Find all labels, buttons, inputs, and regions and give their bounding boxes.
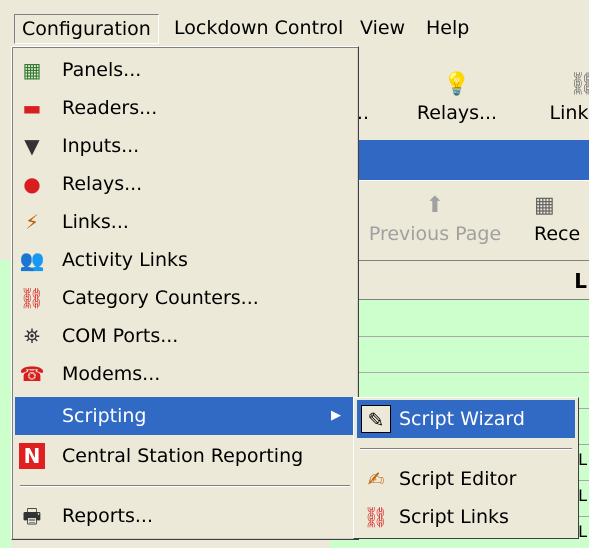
menu-view[interactable]: View bbox=[353, 14, 412, 44]
previous-page-button[interactable]: ⬆ Previous Page bbox=[360, 181, 510, 261]
calendar-icon: ▦ bbox=[534, 193, 555, 218]
menu-item-label: Modems... bbox=[62, 363, 161, 385]
menu-item-label: Reports... bbox=[62, 505, 154, 527]
menu-item-label: Activity Links bbox=[62, 249, 188, 271]
category-counters-icon: ⛓ bbox=[19, 286, 45, 310]
submenu-item-label: Script Links bbox=[399, 506, 509, 528]
recent-label: Rece bbox=[534, 223, 581, 245]
grid-row-divider bbox=[330, 372, 589, 373]
lightbulb-icon: 💡 bbox=[443, 72, 471, 97]
previous-page-label: Previous Page bbox=[368, 223, 502, 245]
recent-button[interactable]: ▦ Rece bbox=[534, 181, 589, 261]
menu-item-panels[interactable]: ▦ Panels... bbox=[15, 51, 355, 89]
menu-help[interactable]: Help bbox=[419, 14, 476, 44]
configuration-menu: ▦ Panels... ▬ Readers... ▼ Inputs... ● R… bbox=[11, 46, 359, 540]
script-wizard-icon: ✎ bbox=[361, 405, 391, 433]
menu-item-label: Readers... bbox=[62, 97, 158, 119]
toolbar-relays-label: Relays... bbox=[416, 102, 498, 124]
submenu-item-script-links[interactable]: ⛓ Script Links bbox=[357, 498, 575, 536]
toolbar-links-button[interactable]: ⛓ Links... bbox=[528, 60, 589, 140]
com-ports-icon: ⛯ bbox=[24, 324, 40, 348]
scripting-submenu: ✎ Script Wizard ✍ Script Editor ⛓ Script… bbox=[353, 397, 579, 539]
panel-title-bar bbox=[340, 140, 589, 180]
main-toolbar: s... 💡 Relays... ⛓ Links... bbox=[340, 60, 589, 140]
script-links-icon: ⛓ bbox=[363, 505, 389, 529]
page-toolbar: ⬆ Previous Page ▦ Rece bbox=[340, 180, 589, 260]
submenu-item-label: Script Editor bbox=[399, 468, 517, 490]
menu-item-label: Panels... bbox=[62, 59, 142, 81]
menu-item-links[interactable]: ⚡ Links... bbox=[15, 203, 355, 241]
submenu-item-script-wizard[interactable]: ✎ Script Wizard bbox=[357, 400, 575, 438]
grid-column-header[interactable]: L bbox=[340, 260, 589, 300]
link-icon: ⚡ bbox=[24, 210, 40, 234]
menu-item-label: Inputs... bbox=[62, 135, 140, 157]
menu-item-label: Relays... bbox=[62, 173, 143, 195]
modem-icon: ☎ bbox=[19, 362, 45, 386]
up-arrow-icon: ⬆ bbox=[425, 193, 445, 218]
activity-links-icon: 👥 bbox=[19, 248, 45, 272]
menu-item-com-ports[interactable]: ⛯ COM Ports... bbox=[15, 317, 355, 355]
panel-icon: ▦ bbox=[22, 58, 42, 82]
submenu-item-label: Script Wizard bbox=[399, 408, 525, 430]
links-icon: ⛓ bbox=[569, 72, 589, 97]
printer-icon: 🖶 bbox=[22, 504, 42, 528]
menu-item-relays[interactable]: ● Relays... bbox=[15, 165, 355, 203]
menu-item-activity-links[interactable]: 👥 Activity Links bbox=[15, 241, 355, 279]
toolbar-relays-button[interactable]: 💡 Relays... bbox=[402, 60, 512, 140]
menu-item-reports[interactable]: 🖶 Reports... bbox=[15, 497, 355, 535]
grid-row-divider bbox=[330, 336, 589, 337]
submenu-separator bbox=[360, 448, 572, 450]
menu-item-readers[interactable]: ▬ Readers... bbox=[15, 89, 355, 127]
reader-icon: ▬ bbox=[22, 96, 42, 120]
menu-item-scripting[interactable]: Scripting ▶ bbox=[15, 397, 355, 435]
menu-lockdown-control[interactable]: Lockdown Control bbox=[167, 14, 350, 44]
menu-item-inputs[interactable]: ▼ Inputs... bbox=[15, 127, 355, 165]
central-station-icon: Ν bbox=[19, 443, 45, 469]
submenu-arrow-icon: ▶ bbox=[331, 408, 341, 423]
column-header-label: L bbox=[574, 269, 587, 293]
menu-item-label: Links... bbox=[62, 211, 129, 233]
menu-item-central-station-reporting[interactable]: Ν Central Station Reporting bbox=[15, 437, 355, 475]
menu-configuration[interactable]: Configuration bbox=[14, 14, 159, 44]
menu-item-label: Scripting bbox=[62, 405, 147, 427]
menu-item-label: COM Ports... bbox=[62, 325, 179, 347]
relay-icon: ● bbox=[23, 172, 41, 196]
menu-item-category-counters[interactable]: ⛓ Category Counters... bbox=[15, 279, 355, 317]
menu-item-label: Category Counters... bbox=[62, 287, 259, 309]
script-editor-icon: ✍ bbox=[367, 467, 385, 491]
submenu-item-script-editor[interactable]: ✍ Script Editor bbox=[357, 460, 575, 498]
input-icon: ▼ bbox=[24, 134, 40, 158]
menu-separator bbox=[20, 485, 350, 487]
toolbar-links-label: Links... bbox=[549, 102, 589, 124]
menubar: Configuration Lockdown Control View Help bbox=[0, 0, 589, 46]
menu-item-label: Central Station Reporting bbox=[62, 445, 304, 467]
menu-item-modems[interactable]: ☎ Modems... bbox=[15, 355, 355, 393]
